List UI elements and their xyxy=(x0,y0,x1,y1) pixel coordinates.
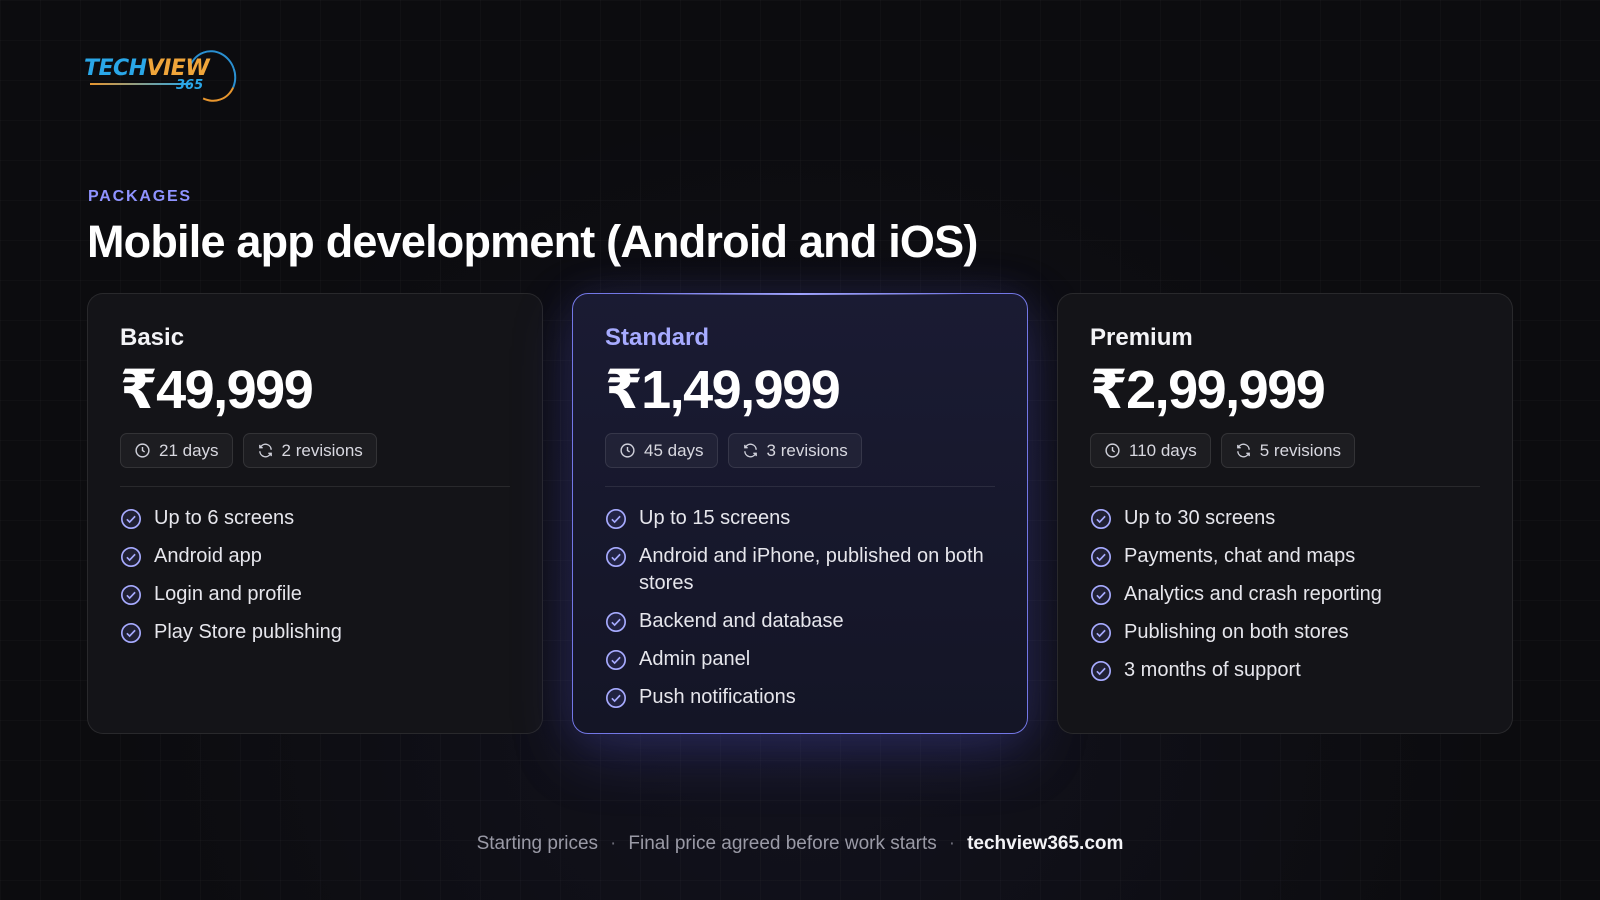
duration-label: 45 days xyxy=(644,440,704,460)
footer-separator: · xyxy=(948,833,956,854)
feature-item: Up to 30 screens xyxy=(1090,505,1480,532)
check-circle-icon xyxy=(1091,623,1111,643)
check-circle-icon xyxy=(606,650,626,670)
plan-name: Premium xyxy=(1090,324,1193,351)
feature-item: Push notifications xyxy=(605,684,995,711)
card-divider xyxy=(1090,486,1480,487)
plan-price: ₹49,999 xyxy=(120,360,314,420)
feature-item: Up to 15 screens xyxy=(605,505,995,532)
duration-label: 110 days xyxy=(1129,440,1197,460)
check-circle-icon xyxy=(121,547,141,567)
plan-price: ₹2,99,999 xyxy=(1090,360,1326,420)
page: TECHVIEW 365 PACKAGES Mobile app develop… xyxy=(0,0,1600,900)
check-circle-icon xyxy=(606,612,626,632)
revisions-chip: 2 revisions xyxy=(242,433,377,468)
plan-meta: 110 days 5 revisions xyxy=(1090,433,1480,468)
plan-name: Basic xyxy=(120,324,185,351)
check-circle-icon xyxy=(606,509,626,529)
revisions-label: 2 revisions xyxy=(281,440,363,460)
logo-text-365: 365 xyxy=(176,78,204,93)
feature-item: Analytics and crash reporting xyxy=(1090,581,1480,608)
feature-text: Push notifications xyxy=(639,686,796,708)
feature-text: Play Store publishing xyxy=(154,621,342,643)
feature-list: Up to 30 screens Payments, chat and maps… xyxy=(1090,505,1480,684)
clock-icon xyxy=(620,443,635,458)
refresh-icon xyxy=(743,443,757,458)
duration-chip: 21 days xyxy=(120,433,233,468)
card-divider xyxy=(120,486,510,487)
plan-card-premium[interactable]: Premium ₹2,99,999 110 days 5 revisions U… xyxy=(1057,293,1513,734)
feature-item: Admin panel xyxy=(605,646,995,673)
feature-item: Publishing on both stores xyxy=(1090,619,1480,646)
feature-list: Up to 15 screens Android and iPhone, pub… xyxy=(605,505,995,711)
feature-text: 3 months of support xyxy=(1124,659,1301,681)
check-circle-icon xyxy=(121,509,141,529)
duration-chip: 45 days xyxy=(605,433,718,468)
feature-text: Android and iPhone, published on both st… xyxy=(639,545,984,594)
plan-meta: 21 days 2 revisions xyxy=(120,433,510,468)
footer-note: Starting prices · Final price agreed befor… xyxy=(0,833,1600,855)
duration-chip: 110 days xyxy=(1090,433,1211,468)
logo-underline xyxy=(90,83,190,85)
plan-meta: 45 days 3 revisions xyxy=(605,433,995,468)
revisions-chip: 3 revisions xyxy=(727,433,862,468)
check-circle-icon xyxy=(1091,509,1111,529)
clock-icon xyxy=(135,443,150,458)
section-eyebrow: PACKAGES xyxy=(88,188,192,205)
refresh-icon xyxy=(1236,443,1250,458)
feature-item: Up to 6 screens xyxy=(120,505,510,532)
plan-price: ₹1,49,999 xyxy=(605,360,841,420)
feature-item: Login and profile xyxy=(120,581,510,608)
check-circle-icon xyxy=(121,585,141,605)
feature-item: Android and iPhone, published on both st… xyxy=(605,543,995,597)
feature-text: Publishing on both stores xyxy=(1124,621,1349,643)
refresh-icon xyxy=(258,443,272,458)
feature-item: Payments, chat and maps xyxy=(1090,543,1480,570)
feature-item: Android app xyxy=(120,543,510,570)
clock-icon xyxy=(1105,443,1120,458)
feature-text: Login and profile xyxy=(154,583,302,605)
revisions-label: 5 revisions xyxy=(1259,440,1341,460)
feature-text: Backend and database xyxy=(639,610,844,632)
check-circle-icon xyxy=(606,688,626,708)
card-divider xyxy=(605,486,995,487)
feature-text: Payments, chat and maps xyxy=(1124,545,1356,567)
footer-final-price: Final price agreed before work starts xyxy=(628,833,937,854)
feature-text: Up to 30 screens xyxy=(1124,507,1276,529)
check-circle-icon xyxy=(1091,547,1111,567)
footer-website-link[interactable]: techview365.com xyxy=(967,833,1123,854)
check-circle-icon xyxy=(1091,585,1111,605)
feature-text: Up to 6 screens xyxy=(154,507,295,529)
plan-card-standard[interactable]: Standard ₹1,49,999 45 days 3 revisions U… xyxy=(572,293,1028,734)
feature-item: Play Store publishing xyxy=(120,619,510,646)
check-circle-icon xyxy=(1091,661,1111,681)
footer-separator: · xyxy=(610,833,617,854)
feature-list: Up to 6 screens Android app Login and pr… xyxy=(120,505,510,646)
logo-text-tech: TECH xyxy=(84,56,147,81)
page-title: Mobile app development (Android and iOS) xyxy=(87,216,978,267)
feature-item: Backend and database xyxy=(605,608,995,635)
feature-text: Android app xyxy=(154,545,262,567)
revisions-chip: 5 revisions xyxy=(1220,433,1355,468)
feature-item: 3 months of support xyxy=(1090,657,1480,684)
duration-label: 21 days xyxy=(159,440,219,460)
plan-card-basic[interactable]: Basic ₹49,999 21 days 2 revisions Up to … xyxy=(87,293,543,734)
revisions-label: 3 revisions xyxy=(766,440,848,460)
feature-text: Admin panel xyxy=(639,648,751,670)
feature-text: Analytics and crash reporting xyxy=(1124,583,1382,605)
check-circle-icon xyxy=(121,623,141,643)
footer-starting-prices: Starting prices xyxy=(476,833,599,854)
feature-text: Up to 15 screens xyxy=(639,507,791,529)
check-circle-icon xyxy=(606,547,626,567)
techview365-logo[interactable]: TECHVIEW 365 xyxy=(84,43,244,109)
plan-name: Standard xyxy=(605,324,710,351)
